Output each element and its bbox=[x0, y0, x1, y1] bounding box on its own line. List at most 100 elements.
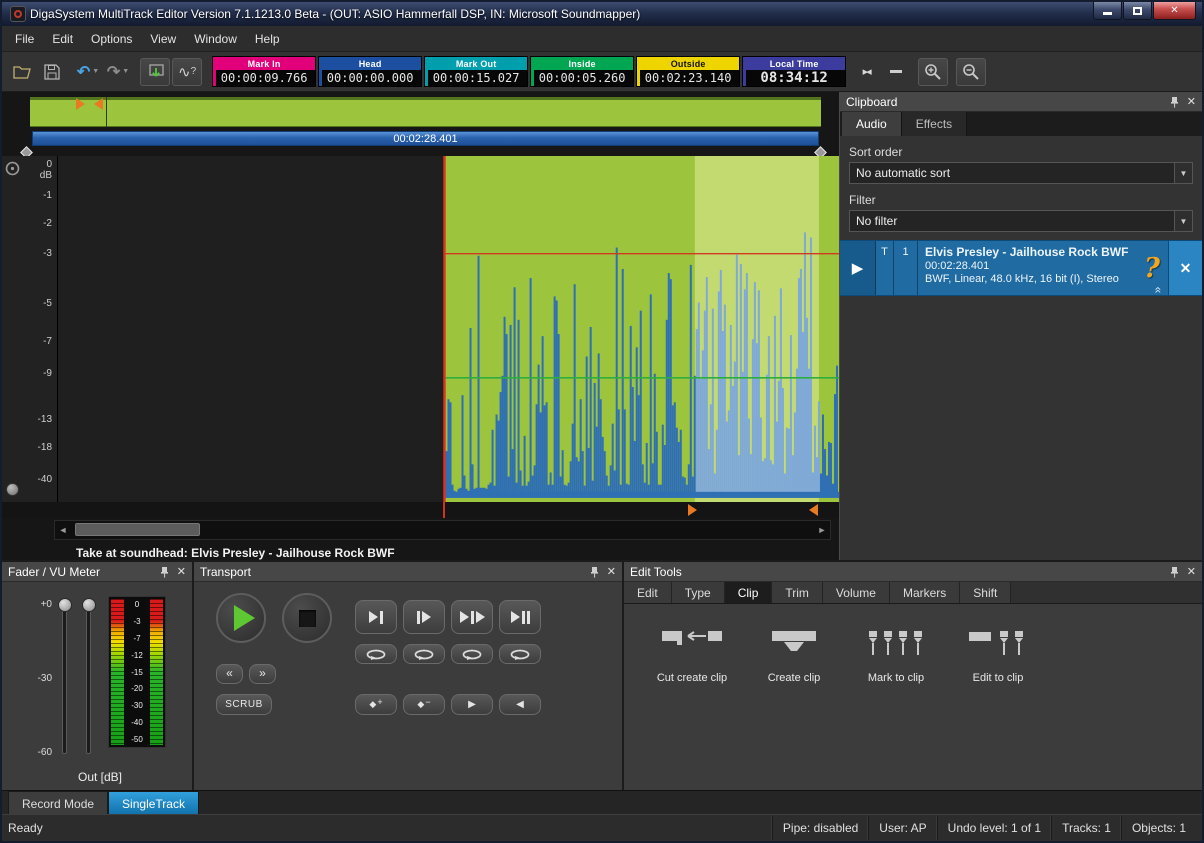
tab-trim[interactable]: Trim bbox=[772, 582, 823, 603]
scrollbar-thumb[interactable] bbox=[75, 523, 200, 536]
tab-singletrack[interactable]: SingleTrack bbox=[108, 791, 199, 814]
play-to-head-button[interactable] bbox=[355, 600, 397, 634]
duration-bar[interactable]: 00:02:28.401 bbox=[32, 131, 819, 146]
marker-strip[interactable] bbox=[2, 502, 839, 518]
open-button[interactable] bbox=[8, 58, 36, 86]
take-overview[interactable]: 00:02:28.401 bbox=[2, 92, 839, 156]
track-fader-knob[interactable] bbox=[6, 483, 19, 496]
tab-volume[interactable]: Volume bbox=[823, 582, 890, 603]
edit-to-clip-button[interactable]: Edit to clip bbox=[954, 628, 1042, 684]
redo-dropdown-icon[interactable]: ▼ bbox=[122, 68, 129, 75]
panel-close-icon[interactable]: ✕ bbox=[177, 565, 186, 578]
mark-out-display[interactable]: Mark Out 00:00:15.027 bbox=[424, 56, 528, 87]
loop-all-button[interactable] bbox=[499, 644, 541, 664]
loop-outside-button[interactable] bbox=[451, 644, 493, 664]
scrollbar-track[interactable] bbox=[71, 521, 814, 539]
stop-button[interactable] bbox=[282, 593, 332, 643]
mark-in-display[interactable]: Mark In 00:00:09.766 bbox=[212, 56, 316, 87]
zoom-in-button[interactable] bbox=[918, 58, 948, 86]
undo-button[interactable]: ↶▼ bbox=[74, 58, 102, 86]
tab-effects[interactable]: Effects bbox=[902, 112, 967, 136]
chevron-down-icon[interactable]: ▼ bbox=[1174, 163, 1192, 183]
add-marker-button[interactable]: ◆+ bbox=[355, 694, 397, 715]
overview-mark-out-marker[interactable] bbox=[94, 98, 103, 110]
save-button[interactable] bbox=[38, 58, 66, 86]
selection-end-marker[interactable] bbox=[809, 504, 818, 516]
waveform-canvas[interactable] bbox=[58, 156, 839, 502]
sort-order-select[interactable]: No automatic sort ▼ bbox=[849, 162, 1193, 184]
clip-remove-button[interactable]: ✕ bbox=[1168, 241, 1202, 295]
menu-options[interactable]: Options bbox=[82, 28, 141, 50]
tab-clip[interactable]: Clip bbox=[725, 582, 773, 603]
clip-info[interactable]: Elvis Presley - Jailhouse Rock BWF 00:02… bbox=[918, 241, 1136, 295]
analyze-take-button[interactable]: ∿? bbox=[172, 58, 202, 86]
scrub-button[interactable]: SCRUB bbox=[216, 694, 272, 715]
cut-create-clip-button[interactable]: Cut create clip bbox=[648, 628, 736, 684]
selection-start-marker[interactable] bbox=[688, 504, 697, 516]
tab-type[interactable]: Type bbox=[672, 582, 725, 603]
pin-icon[interactable] bbox=[590, 566, 599, 578]
loop-selection-button[interactable] bbox=[355, 644, 397, 664]
play-over-mark-button[interactable] bbox=[451, 600, 493, 634]
panel-close-icon[interactable]: ✕ bbox=[1187, 565, 1196, 578]
skip-back-button[interactable]: « bbox=[216, 664, 243, 684]
overview-mark-in-marker[interactable] bbox=[76, 98, 85, 110]
skip-forward-button[interactable]: » bbox=[249, 664, 276, 684]
collapse-chevrons-icon[interactable]: « bbox=[1152, 287, 1166, 294]
previous-marker-button[interactable]: ◀ bbox=[499, 694, 541, 715]
menu-edit[interactable]: Edit bbox=[43, 28, 82, 50]
collapse-button[interactable] bbox=[882, 58, 910, 86]
tab-markers[interactable]: Markers bbox=[890, 582, 960, 603]
fader-track-left[interactable] bbox=[62, 604, 67, 754]
loop-inside-button[interactable] bbox=[403, 644, 445, 664]
panel-close-icon[interactable]: ✕ bbox=[607, 565, 616, 578]
close-button[interactable]: ✕ bbox=[1153, 2, 1196, 20]
menu-view[interactable]: View bbox=[141, 28, 185, 50]
filter-select[interactable]: No filter ▼ bbox=[849, 210, 1193, 232]
pin-icon[interactable] bbox=[1170, 566, 1179, 578]
tab-shift[interactable]: Shift bbox=[960, 582, 1011, 603]
clipboard-item[interactable]: ▶ T 1 Elvis Presley - Jailhouse Rock BWF… bbox=[840, 240, 1202, 296]
undo-dropdown-icon[interactable]: ▼ bbox=[92, 68, 99, 75]
minimize-button[interactable] bbox=[1093, 2, 1122, 20]
play-between-marks-button[interactable] bbox=[499, 600, 541, 634]
play-button[interactable] bbox=[216, 593, 266, 643]
panel-close-icon[interactable]: ✕ bbox=[1187, 95, 1196, 108]
outside-display[interactable]: Outside 00:02:23.140 bbox=[636, 56, 740, 87]
horizontal-scrollbar[interactable]: ◄ ► bbox=[54, 520, 831, 540]
menu-help[interactable]: Help bbox=[246, 28, 289, 50]
create-clip-button[interactable]: Create clip bbox=[750, 628, 838, 684]
snap-markers-button[interactable]: ▸◂ bbox=[852, 58, 880, 86]
pin-icon[interactable] bbox=[1170, 96, 1179, 108]
remove-marker-button[interactable]: ◆− bbox=[403, 694, 445, 715]
inside-display[interactable]: Inside 00:00:05.260 bbox=[530, 56, 634, 87]
tab-edit[interactable]: Edit bbox=[624, 582, 672, 603]
tab-record-mode[interactable]: Record Mode bbox=[8, 791, 108, 814]
zoom-out-button[interactable] bbox=[956, 58, 986, 86]
playhead-tick[interactable] bbox=[443, 502, 445, 518]
gain-knob-icon[interactable] bbox=[5, 161, 20, 179]
maximize-button[interactable] bbox=[1123, 2, 1152, 20]
menu-window[interactable]: Window bbox=[185, 28, 246, 50]
overview-waveform-bar[interactable] bbox=[30, 97, 821, 127]
scroll-left-arrow[interactable]: ◄ bbox=[55, 525, 71, 535]
fader-knob-right[interactable] bbox=[82, 598, 96, 612]
zoom-in-icon bbox=[924, 63, 942, 81]
tab-audio[interactable]: Audio bbox=[842, 112, 902, 136]
pin-icon[interactable] bbox=[160, 566, 169, 578]
mark-to-clip-button[interactable]: Mark to clip bbox=[852, 628, 940, 684]
app-icon[interactable] bbox=[10, 6, 26, 22]
scroll-right-arrow[interactable]: ► bbox=[814, 525, 830, 535]
next-marker-button[interactable]: ▶ bbox=[451, 694, 493, 715]
insert-take-button[interactable] bbox=[140, 58, 170, 86]
head-display[interactable]: Head 00:00:00.000 bbox=[318, 56, 422, 87]
chevron-down-icon[interactable]: ▼ bbox=[1174, 211, 1192, 231]
fader-track-right[interactable] bbox=[86, 604, 91, 754]
titlebar[interactable]: DigaSystem MultiTrack Editor Version 7.1… bbox=[2, 2, 1202, 26]
local-time-display[interactable]: Local Time 08:34:12 bbox=[742, 56, 846, 87]
clip-play-button[interactable]: ▶ bbox=[840, 241, 876, 295]
fader-knob-left[interactable] bbox=[58, 598, 72, 612]
play-from-head-button[interactable] bbox=[403, 600, 445, 634]
redo-button[interactable]: ↷▼ bbox=[104, 58, 132, 86]
menu-file[interactable]: File bbox=[6, 28, 43, 50]
